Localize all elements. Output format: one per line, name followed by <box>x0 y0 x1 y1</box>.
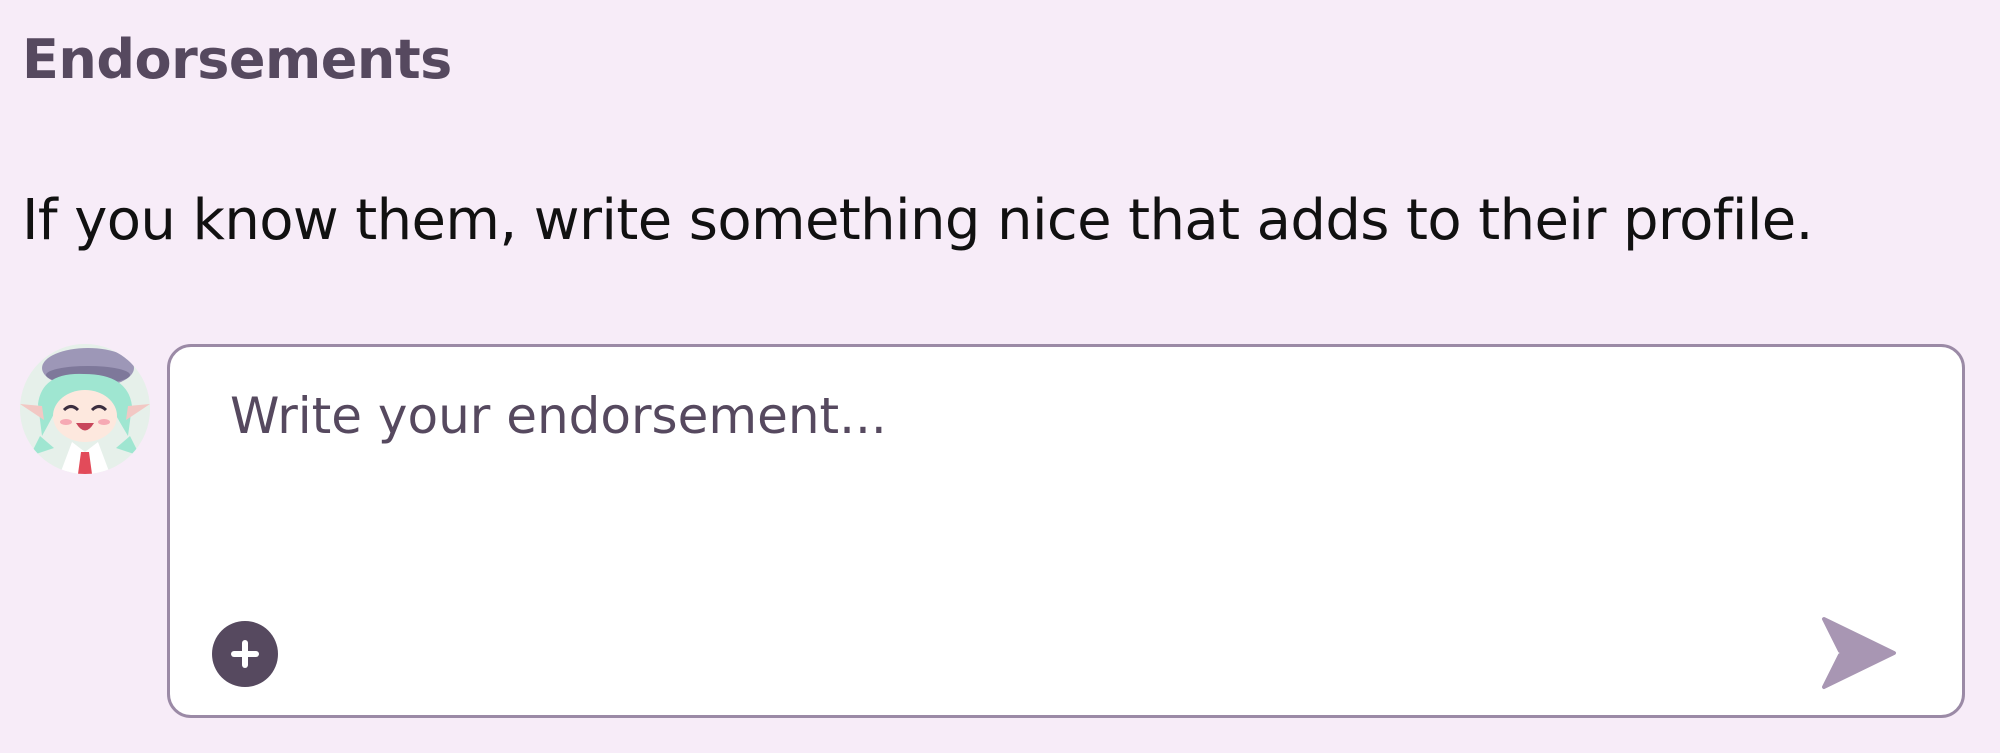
endorsement-input[interactable] <box>230 387 1880 587</box>
avatar-image <box>20 344 150 474</box>
section-title: Endorsements <box>22 28 452 91</box>
send-button[interactable] <box>1818 615 1898 691</box>
send-icon <box>1822 617 1896 689</box>
add-attachment-button[interactable] <box>212 621 278 687</box>
endorsement-composer <box>167 344 1965 718</box>
plus-icon <box>231 640 259 668</box>
user-avatar[interactable] <box>20 344 150 474</box>
section-description: If you know them, write something nice t… <box>22 188 1813 253</box>
